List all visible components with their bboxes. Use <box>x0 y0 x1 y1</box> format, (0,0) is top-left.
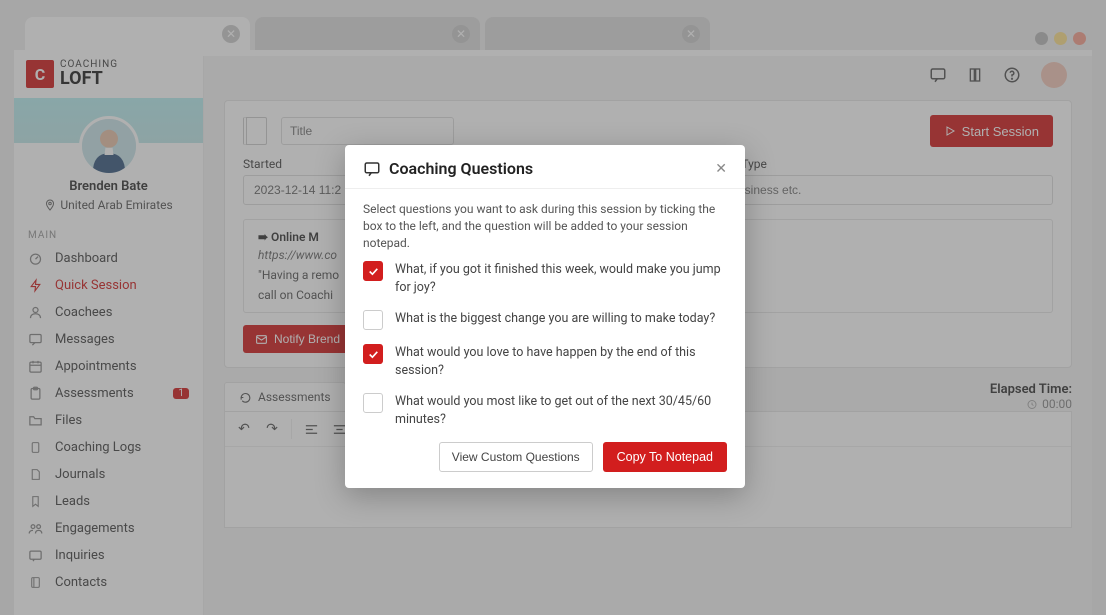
close-button[interactable]: ✕ <box>715 161 727 177</box>
coaching-questions-modal: Coaching Questions ✕ Select questions yo… <box>345 145 745 488</box>
view-custom-questions-button[interactable]: View Custom Questions <box>439 442 593 472</box>
question-text: What is the biggest change you are willi… <box>395 310 715 330</box>
question-checkbox[interactable] <box>363 344 383 364</box>
question-checkbox[interactable] <box>363 393 383 413</box>
question-text: What, if you got it finished this week, … <box>395 261 727 296</box>
modal-title: Coaching Questions <box>389 159 533 178</box>
question-row: What would you love to have happen by th… <box>363 344 727 379</box>
question-checkbox[interactable] <box>363 261 383 281</box>
question-row: What is the biggest change you are willi… <box>363 310 727 330</box>
copy-to-notepad-button[interactable]: Copy To Notepad <box>603 442 727 472</box>
question-text: What would you most like to get out of t… <box>395 393 727 428</box>
question-row: What, if you got it finished this week, … <box>363 261 727 296</box>
modal-description: Select questions you want to ask during … <box>363 201 727 251</box>
question-row: What would you most like to get out of t… <box>363 393 727 428</box>
question-checkbox[interactable] <box>363 310 383 330</box>
question-text: What would you love to have happen by th… <box>395 344 727 379</box>
check-icon <box>367 348 380 361</box>
check-icon <box>367 265 380 278</box>
chat-question-icon <box>363 160 381 178</box>
